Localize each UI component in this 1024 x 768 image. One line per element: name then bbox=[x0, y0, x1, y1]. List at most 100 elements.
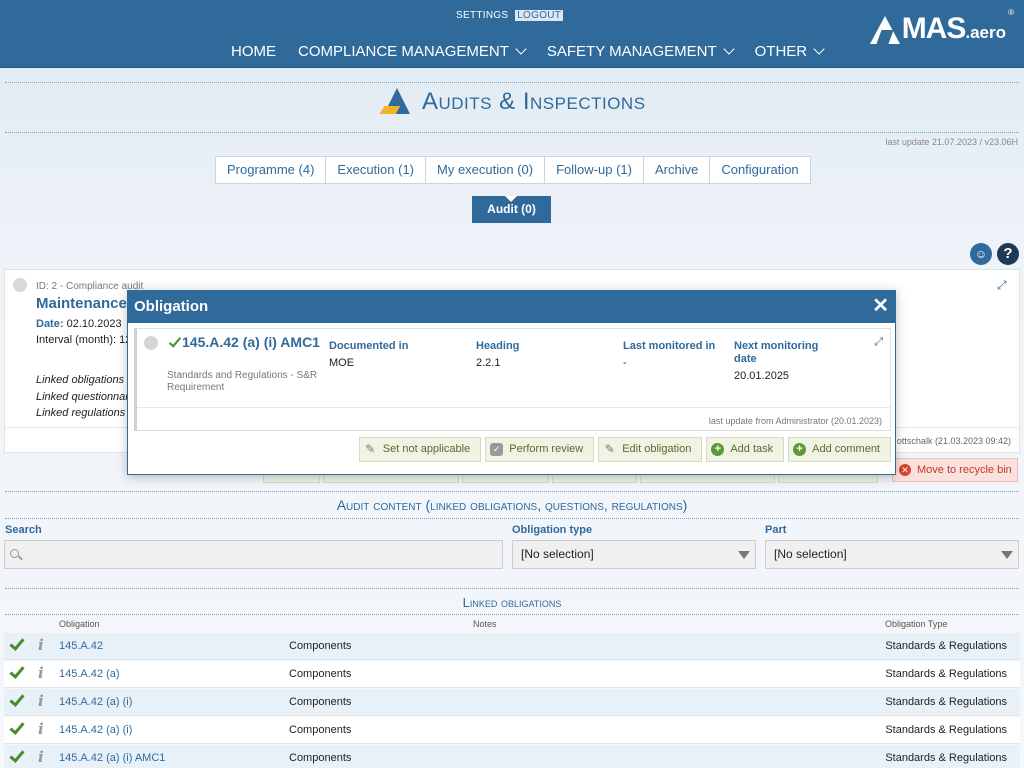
obligation-link[interactable]: 145.A.42 bbox=[59, 640, 103, 652]
expand-icon[interactable]: ⤢ bbox=[874, 336, 883, 349]
divider bbox=[5, 588, 1019, 589]
module-tabs: Programme (4) Execution (1) My execution… bbox=[215, 156, 811, 184]
edit-obligation-button[interactable]: ✎ Edit obligation bbox=[598, 437, 703, 462]
move-to-recycle-bin-button[interactable]: ✕ Move to recycle bin bbox=[892, 458, 1018, 482]
audit-date-value: 02.10.2023 bbox=[66, 318, 122, 330]
column-obligation[interactable]: Obligation bbox=[59, 619, 100, 629]
set-not-applicable-label: Set not applicable bbox=[382, 443, 471, 455]
obligation-notes: Components bbox=[289, 724, 352, 736]
table-row[interactable]: i 145.A.42 (a) (i) Components Standards … bbox=[4, 689, 1020, 716]
column-obligation-type[interactable]: Obligation Type bbox=[885, 619, 947, 629]
nav-other-label: OTHER bbox=[754, 43, 808, 60]
add-task-button[interactable]: + Add task bbox=[706, 437, 785, 462]
linked-regulations-label: Linked regulations bbox=[36, 407, 126, 419]
status-circle-icon bbox=[13, 278, 27, 292]
heading: Heading 2.2.1 bbox=[476, 340, 596, 369]
info-icon[interactable]: i bbox=[38, 636, 44, 654]
expand-icon[interactable]: ⤢ bbox=[997, 278, 1011, 292]
page-title-text: Audits & Inspections bbox=[422, 88, 646, 115]
logout-link[interactable]: LOGOUT bbox=[515, 10, 564, 21]
tab-configuration[interactable]: Configuration bbox=[709, 156, 811, 184]
set-not-applicable-button[interactable]: ✎ Set not applicable bbox=[358, 437, 482, 462]
obligation-title[interactable]: 145.A.42 (a) (i) AMC1 bbox=[167, 334, 327, 351]
tab-follow-up[interactable]: Follow-up (1) bbox=[544, 156, 644, 184]
logo-suffix: .aero bbox=[965, 23, 1006, 42]
nav-other[interactable]: OTHER bbox=[754, 43, 825, 60]
add-task-label: Add task bbox=[730, 443, 774, 455]
obligation-type-label: Obligation type bbox=[512, 524, 593, 536]
part-value: [No selection] bbox=[774, 547, 847, 561]
obligation-type-select[interactable]: [No selection] bbox=[512, 540, 756, 569]
linked-obligations-title: Linked obligations bbox=[462, 595, 562, 610]
chevron-down-icon bbox=[515, 43, 527, 55]
info-icon[interactable]: i bbox=[38, 692, 44, 710]
add-comment-button[interactable]: + Add comment bbox=[788, 437, 891, 462]
pencil-icon: ✎ bbox=[365, 442, 376, 456]
divider bbox=[137, 407, 890, 408]
obligation-link[interactable]: 145.A.42 (a) (i) bbox=[59, 696, 132, 708]
audits-logo-icon bbox=[379, 88, 412, 116]
tab-my-execution[interactable]: My execution (0) bbox=[425, 156, 546, 184]
plus-icon: + bbox=[711, 443, 725, 456]
table-row[interactable]: i 145.A.42 (a) (i) AMC1 Components Stand… bbox=[4, 745, 1020, 768]
logo-triangle-icon bbox=[869, 16, 900, 44]
obligation-type: Standards & Regulations bbox=[885, 696, 1007, 708]
nav-home-label: HOME bbox=[231, 43, 276, 60]
table-row[interactable]: i 145.A.42 (a) Components Standards & Re… bbox=[4, 661, 1020, 688]
obligation-link[interactable]: 145.A.42 (a) bbox=[59, 668, 120, 680]
edit-obligation-label: Edit obligation bbox=[622, 443, 692, 455]
part-select[interactable]: [No selection] bbox=[765, 540, 1019, 569]
search-input[interactable] bbox=[4, 540, 503, 569]
obligation-type: Standards & Regulations bbox=[885, 752, 1007, 764]
modal-last-update: last update from Administrator (20.01.20… bbox=[708, 416, 882, 426]
page-title: Audits & Inspections bbox=[379, 88, 646, 116]
obligation-type-value: [No selection] bbox=[521, 547, 594, 561]
obligation-type: Standards & Regulations bbox=[885, 668, 1007, 680]
info-icon[interactable]: i bbox=[38, 720, 44, 738]
obligation-notes: Components bbox=[289, 696, 352, 708]
check-icon bbox=[9, 664, 23, 678]
obligation-link[interactable]: 145.A.42 (a) (i) bbox=[59, 724, 132, 736]
subtab-audit[interactable]: Audit (0) bbox=[472, 196, 551, 223]
chevron-down-icon bbox=[813, 43, 825, 55]
obligation-card: 145.A.42 (a) (i) AMC1 Standards and Regu… bbox=[134, 328, 891, 431]
table-header: Obligation Notes Obligation Type bbox=[4, 617, 1020, 632]
last-monitored: Last monitored in - bbox=[623, 340, 728, 369]
table-row[interactable]: i 145.A.42 (a) (i) Components Standards … bbox=[4, 717, 1020, 744]
audit-footer: ottschalk (21.03.2023 09:42) bbox=[896, 436, 1011, 446]
dropdown-caret-icon bbox=[1001, 551, 1013, 559]
obligation-link[interactable]: 145.A.42 (a) (i) AMC1 bbox=[59, 752, 165, 764]
settings-link[interactable]: SETTINGS bbox=[456, 10, 508, 21]
next-monitoring-label: Next monitoring date bbox=[734, 340, 819, 365]
table-row[interactable]: i 145.A.42 Components Standards & Regula… bbox=[4, 633, 1020, 660]
next-monitoring-value: 20.01.2025 bbox=[734, 370, 790, 382]
obligation-subtitle: Standards and Regulations - S&R Requirem… bbox=[167, 370, 318, 393]
tab-programme[interactable]: Programme (4) bbox=[215, 156, 327, 184]
help-icon[interactable]: ? bbox=[997, 243, 1019, 265]
info-icon[interactable]: i bbox=[38, 748, 44, 766]
top-bar: SETTINGS LOGOUT HOME COMPLIANCE MANAGEME… bbox=[0, 0, 1024, 68]
perform-review-button[interactable]: ✓ Perform review bbox=[485, 437, 595, 462]
audit-date: Date: 02.10.2023 bbox=[36, 318, 122, 330]
modal-header: Obligation ✕ bbox=[128, 291, 895, 323]
check-icon bbox=[9, 720, 23, 734]
tab-archive[interactable]: Archive bbox=[642, 156, 711, 184]
dropdown-caret-icon bbox=[738, 551, 750, 559]
divider bbox=[5, 132, 1019, 133]
nav-home[interactable]: HOME bbox=[231, 43, 276, 60]
info-icon[interactable]: i bbox=[38, 664, 44, 682]
close-icon[interactable]: ✕ bbox=[872, 291, 889, 322]
column-notes[interactable]: Notes bbox=[473, 619, 497, 629]
nav-compliance-management[interactable]: COMPLIANCE MANAGEMENT bbox=[298, 43, 527, 60]
nav-safety-management[interactable]: SAFETY MANAGEMENT bbox=[547, 43, 735, 60]
amas-logo[interactable]: MAS .aero ® bbox=[869, 8, 1014, 44]
obligation-notes: Components bbox=[289, 640, 352, 652]
check-icon bbox=[9, 636, 23, 650]
tab-execution[interactable]: Execution (1) bbox=[325, 156, 427, 184]
documented-in-label: Documented in bbox=[329, 340, 409, 352]
audit-title[interactable]: Maintenance bbox=[36, 295, 127, 312]
modal-actions: ✎ Set not applicable ✓ Perform review ✎ Edi… bbox=[355, 437, 891, 462]
help-buttons: ☺ ? bbox=[965, 243, 1019, 265]
support-person-icon[interactable]: ☺ bbox=[970, 243, 992, 265]
divider bbox=[5, 614, 1019, 615]
